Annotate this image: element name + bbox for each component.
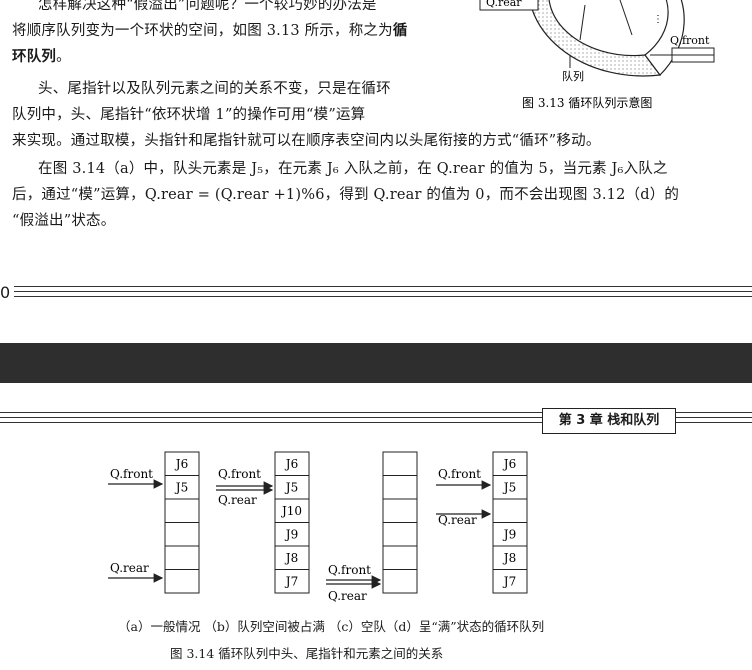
queue-cell-label: J6 [502, 457, 516, 471]
a-front-label: Q.front [110, 467, 153, 481]
queue-a: J6 J5 [164, 451, 200, 594]
text-line-8: 后，通过“模”运算，Q.rear = (Q.rear +1)%6，得到 Q.re… [12, 187, 680, 203]
circular-queue-diagram: ⋮ Q.rear Q.front 队列 图 3.13 循环队列示意图 [479, 0, 715, 110]
svg-text:⋮: ⋮ [653, 14, 663, 25]
queue-cell [382, 545, 418, 570]
chapter-header: 第 3 章 栈和队列 [542, 408, 676, 434]
c-front-label: Q.front [328, 563, 371, 577]
fig314-subcaption: （a）一般情况 （b）队列空间被占满 （c）空队（d）呈“满”状态的循环队列 [118, 619, 545, 634]
queue-cell [164, 545, 200, 570]
queue-cell [382, 451, 418, 476]
queue-cell-label: J7 [284, 575, 298, 589]
queue-cell-label: J8 [502, 551, 516, 565]
queue-cell [492, 498, 528, 523]
queue-states-diagram: J6 J5 J6 J5 J10 J9 J8 J7 J6 J5 J9 J8 J7 Q.front Q.… [108, 451, 528, 603]
b-front-label: Q.front [218, 467, 261, 481]
fig313-caption: 图 3.13 循环队列示意图 [522, 95, 652, 110]
queue-cell-label: J9 [284, 528, 298, 542]
page-number: 0 [0, 283, 11, 302]
rear-label: Q.rear [486, 0, 522, 9]
queue-cell [164, 569, 200, 594]
queue-cell [382, 569, 418, 594]
queue-cell [164, 498, 200, 523]
queue-cell-label: J7 [502, 575, 516, 589]
d-rear-label: Q.rear [438, 513, 477, 527]
text-line-7: 在图 3.14（a）中，队头元素是 J₅，在元素 J₆ 入队之前，在 Q.rea… [38, 161, 668, 177]
queue-d: J6 J5 J9 J8 J7 [492, 451, 528, 594]
fig314-caption: 图 3.14 循环队列中头、尾指针和元素之间的关系 [170, 646, 444, 661]
c-rear-label: Q.rear [328, 589, 367, 603]
queue-cell [382, 522, 418, 547]
queue-c [382, 451, 418, 594]
queue-cell-label: J5 [174, 481, 188, 495]
page-gap [0, 343, 752, 383]
text-line-1: 怎样解决这种“假溢出”问题呢？一个较巧妙的办法是 [38, 0, 377, 13]
queue-cell-label: J5 [284, 481, 298, 495]
a-rear-label: Q.rear [110, 561, 149, 575]
queue-cell-label: J10 [280, 504, 302, 518]
queue-cell [382, 498, 418, 523]
queue-label: 队列 [562, 69, 584, 83]
text-line-2: 将顺序队列变为一个环状的空间，如图 3.13 所示，称之为循 [12, 22, 408, 39]
text-line-4: 头、尾指针以及队列元素之间的关系不变，只是在循环 [38, 81, 391, 97]
queue-cell-label: J6 [284, 457, 298, 471]
queue-cell-label: J5 [502, 481, 516, 495]
ring-filled-segment [529, 0, 662, 77]
queue-b: J6 J5 J10 J9 J8 J7 [274, 451, 310, 594]
text-line-6: 来实现。通过取模，头指针和尾指针就可以在顺序表空间内以头尾衔接的方式“循环”移动… [12, 133, 601, 149]
queue-cell [382, 475, 418, 500]
queue-cell-label: J8 [284, 551, 298, 565]
front-label: Q.front [670, 34, 710, 47]
d-front-label: Q.front [438, 467, 481, 481]
b-rear-label: Q.rear [218, 493, 257, 507]
text-line-9: “假溢出”状态。 [12, 213, 116, 229]
queue-cell [164, 522, 200, 547]
queue-cell-label: J6 [174, 457, 188, 471]
queue-cell-label: J9 [502, 528, 516, 542]
text-line-5: 队列中，头、尾指针“依环状增 1”的操作可用“模”运算 [12, 107, 366, 123]
text-line-3: 环队列。 [12, 48, 71, 65]
